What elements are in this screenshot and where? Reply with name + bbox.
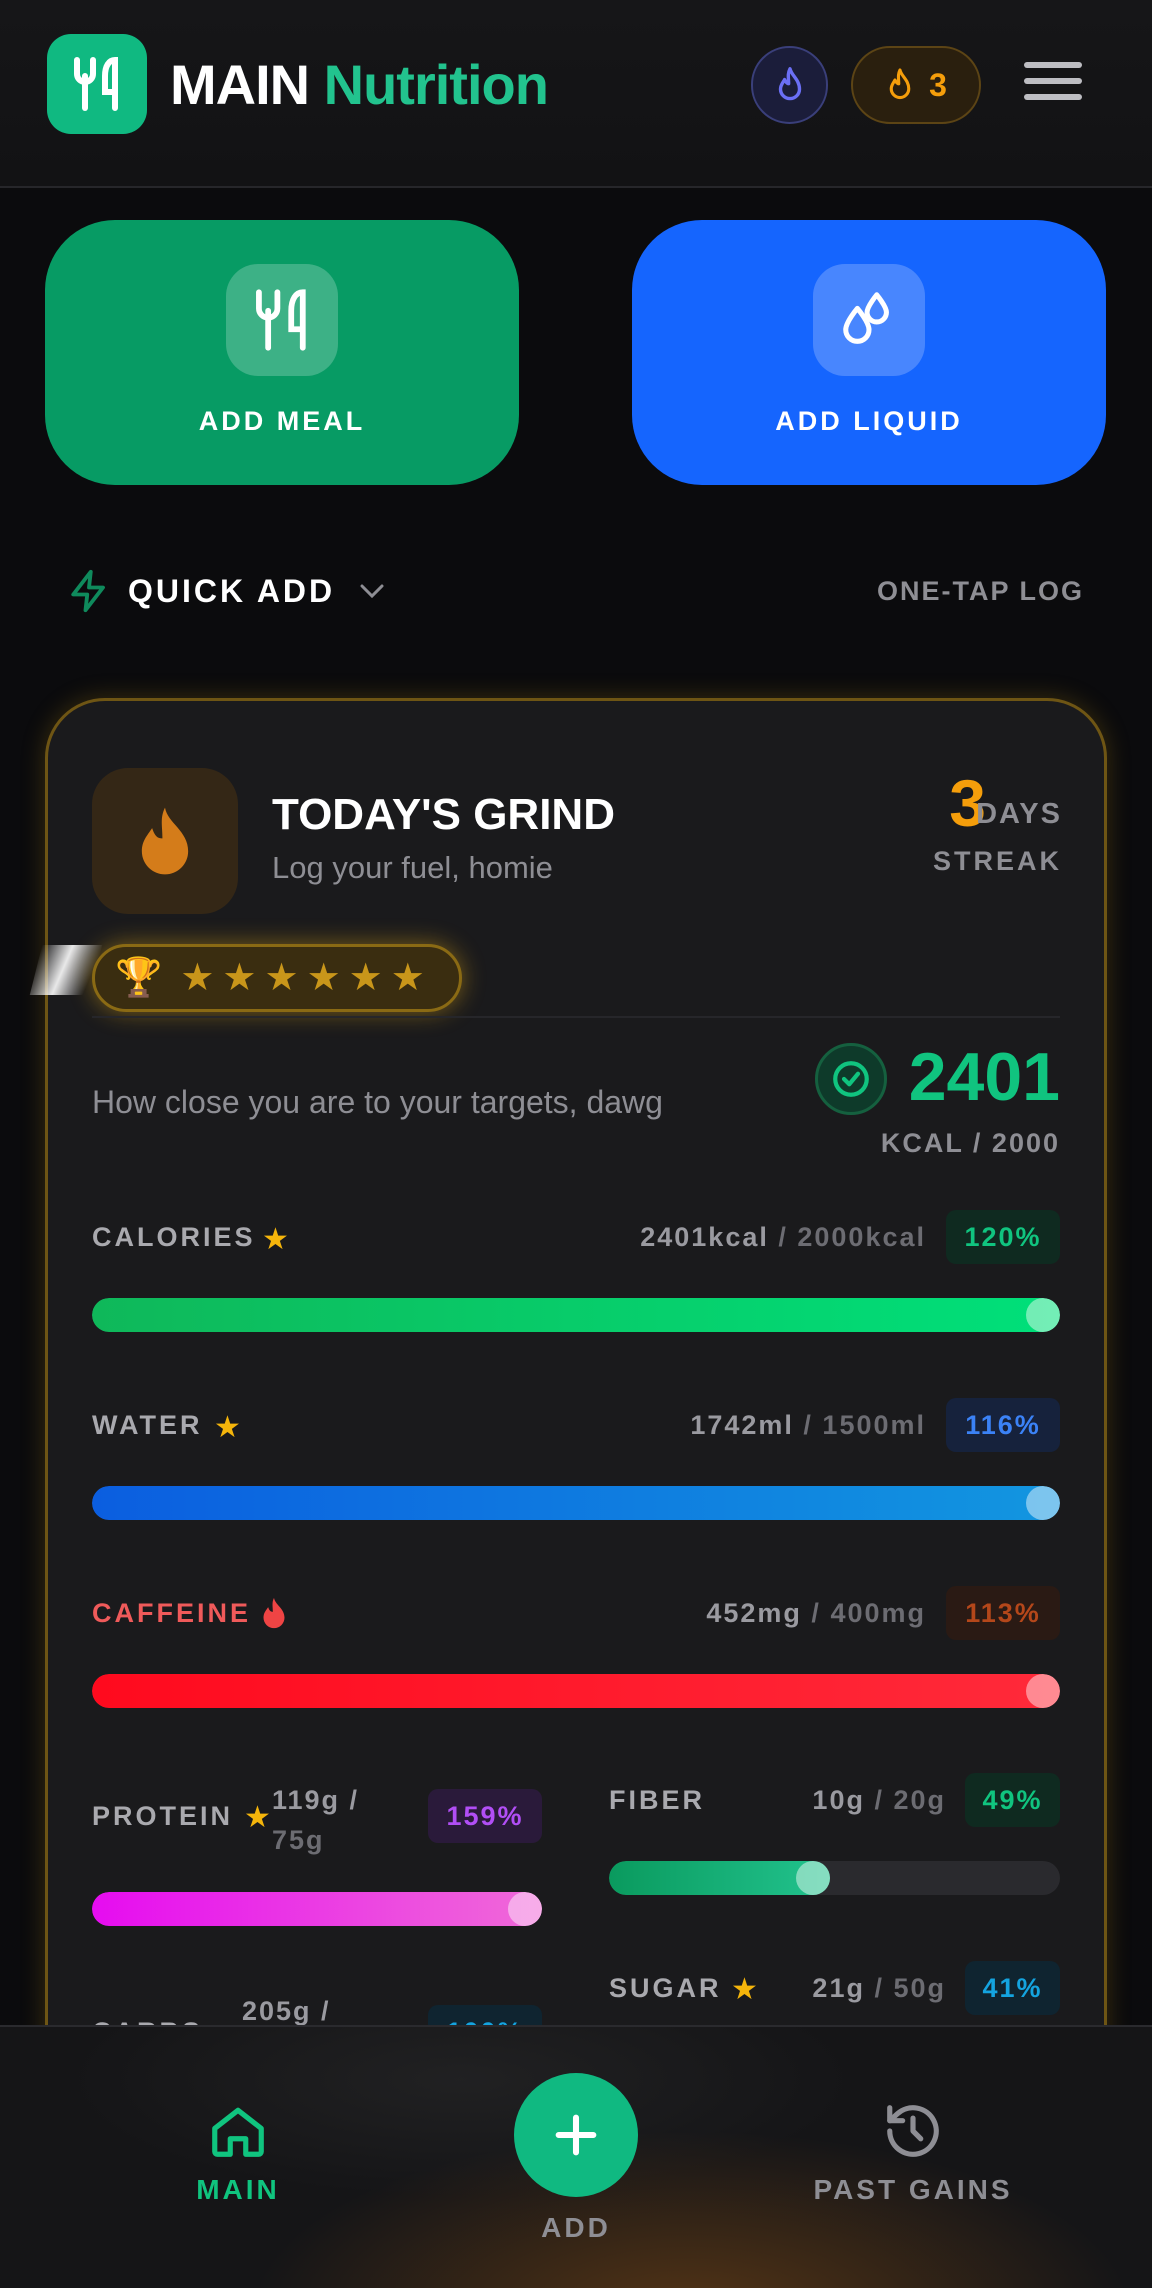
carbs-value: 205g /	[242, 1996, 331, 2026]
fire-icon	[141, 807, 189, 875]
add-liquid-button[interactable]: ADD LIQUID	[632, 220, 1106, 485]
protein-progress-bar	[92, 1892, 542, 1926]
hamburger-menu-icon[interactable]	[1024, 62, 1082, 106]
fiber-value: 10g / 20g	[812, 1785, 946, 1815]
nav-main-label: MAIN	[196, 2174, 280, 2205]
caffeine-label: CAFFEINE	[92, 1598, 251, 1628]
flame-icon	[889, 68, 911, 100]
flame-icon	[263, 1597, 285, 1629]
calories-value: 2401kcal / 2000kcal	[640, 1222, 926, 1252]
protein-progress-fill	[92, 1892, 542, 1926]
plus-icon	[555, 2114, 597, 2156]
shine-effect	[29, 945, 103, 995]
star-icon: ★	[244, 1801, 271, 1834]
brand-accent: Nutrition	[323, 53, 549, 116]
hydration-badge-button[interactable]	[751, 46, 828, 124]
home-icon	[212, 2107, 264, 2157]
add-liquid-label: ADD LIQUID	[775, 406, 963, 436]
star-icon: ★	[222, 957, 257, 999]
nav-past-label: PAST GAINS	[813, 2174, 1013, 2205]
sugar-value: 21g / 50g	[812, 1973, 946, 2003]
fiber-percent-badge: 49%	[965, 1773, 1060, 1827]
streak-badge-button[interactable]: 3	[851, 46, 981, 124]
streak-label: STREAK	[932, 846, 1062, 876]
caffeine-value: 452mg / 400mg	[706, 1598, 926, 1628]
nav-past-gains[interactable]: PAST GAINS	[800, 2100, 1026, 2206]
streak-count: 3	[929, 66, 947, 103]
star-icon: ★	[348, 957, 383, 999]
one-tap-log-link[interactable]: ONE-TAP LOG	[877, 576, 1084, 607]
achievement-badge[interactable]: 🏆 ★ ★ ★ ★ ★ ★	[92, 944, 462, 1012]
add-meal-button[interactable]: ADD MEAL	[45, 220, 519, 485]
sugar-label: SUGAR	[609, 1973, 722, 2003]
caffeine-progress-fill	[92, 1674, 1060, 1708]
star-icon: ★	[390, 957, 425, 999]
targets-caption: How close you are to your targets, dawg	[92, 1084, 663, 1120]
sugar-percent-badge: 41%	[965, 1961, 1060, 2015]
caffeine-progress-bar	[92, 1674, 1060, 1708]
lightning-icon	[71, 569, 105, 613]
history-icon	[887, 2105, 939, 2157]
kcal-total: 2401	[908, 1039, 1060, 1115]
app-header: MAIN Nutrition 3	[0, 0, 1152, 188]
water-progress-fill	[92, 1486, 1060, 1520]
calories-progress-fill	[92, 1298, 1060, 1332]
star-icon: ★	[306, 957, 341, 999]
protein-label: PROTEIN	[92, 1801, 234, 1831]
logo	[47, 34, 147, 134]
star-icon: ★	[262, 1223, 289, 1256]
add-meal-label: ADD MEAL	[198, 406, 366, 436]
star-icon: ★	[264, 957, 299, 999]
flame-icon	[778, 67, 801, 101]
caffeine-percent-badge: 113%	[946, 1586, 1060, 1640]
fiber-progress-bar	[609, 1861, 1060, 1895]
water-label: WATER	[92, 1410, 203, 1440]
card-title: TODAY'S GRIND	[272, 790, 615, 839]
add-fab-button[interactable]	[514, 2073, 638, 2197]
app-root: MAIN Nutrition 3 ADD MEAL ADD LIQUID QUI…	[0, 0, 1152, 2288]
calories-label: CALORIES	[92, 1222, 256, 1252]
check-circle-icon	[815, 1043, 887, 1115]
trophy-icon: 🏆	[115, 957, 163, 999]
kcal-target: KCAL / 2000	[880, 1128, 1060, 1158]
card-subtitle: Log your fuel, homie	[272, 850, 553, 885]
water-value: 1742ml / 1500ml	[690, 1410, 926, 1440]
nav-add-label: ADD	[541, 2212, 611, 2243]
quick-add-toggle[interactable]: QUICK ADD	[68, 568, 385, 614]
utensils-icon	[226, 264, 338, 376]
droplets-icon	[813, 264, 925, 376]
fiber-progress-fill	[609, 1861, 830, 1895]
streak-days-label: DAYS	[976, 798, 1062, 830]
nav-add[interactable]: ADD	[536, 2212, 616, 2244]
protein-percent-badge: 159%	[428, 1789, 542, 1843]
water-progress-bar	[92, 1486, 1060, 1520]
calories-progress-bar	[92, 1298, 1060, 1332]
nav-main[interactable]: MAIN	[196, 2100, 280, 2206]
water-percent-badge: 116%	[946, 1398, 1060, 1452]
divider	[92, 1016, 1060, 1018]
star-icon: ★	[180, 957, 215, 999]
app-title: MAIN Nutrition	[170, 52, 549, 117]
chevron-down-icon	[360, 584, 384, 599]
fiber-label: FIBER	[609, 1785, 705, 1815]
fire-icon-box	[92, 768, 238, 914]
utensils-icon	[74, 56, 118, 111]
protein-value: 119g / 75g	[272, 1785, 360, 1855]
star-icon: ★	[731, 1973, 758, 2006]
star-icon: ★	[214, 1411, 241, 1444]
brand-main: MAIN	[170, 53, 310, 116]
calories-percent-badge: 120%	[946, 1210, 1060, 1264]
quick-add-label: QUICK ADD	[128, 572, 336, 609]
